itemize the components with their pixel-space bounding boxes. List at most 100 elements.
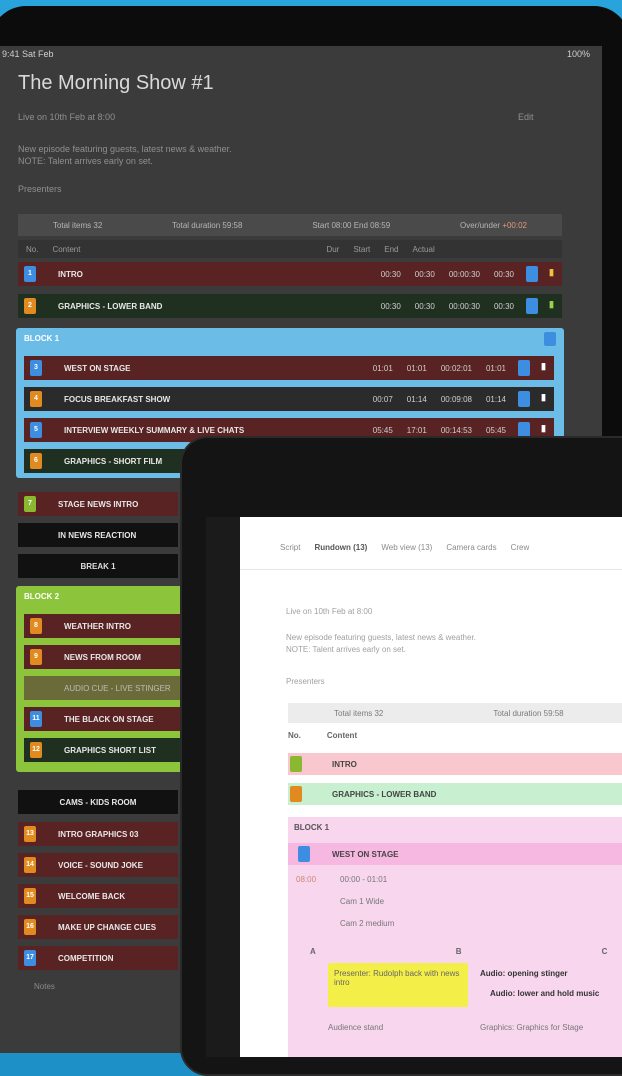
col-content: Content bbox=[326, 731, 358, 740]
table-row[interactable]: 12 GRAPHICS SHORT LIST bbox=[24, 738, 184, 762]
table-row[interactable]: CAMS - KIDS ROOM bbox=[18, 790, 178, 814]
row-label: WEST ON STAGE bbox=[332, 849, 399, 859]
row-label: WEATHER INTRO bbox=[64, 621, 131, 631]
total-items: Total items 32 bbox=[334, 708, 384, 718]
item-number-badge: 7 bbox=[24, 496, 36, 512]
flag-icon[interactable]: ▮ bbox=[541, 423, 546, 434]
presenters-label: Presenters bbox=[286, 677, 325, 686]
tab-bar: Script Rundown (13) Web view (13) Camera… bbox=[280, 543, 529, 552]
flag-icon[interactable]: ▮ bbox=[541, 361, 546, 372]
break-row[interactable]: BREAK 1 bbox=[18, 554, 178, 578]
edit-item-button[interactable] bbox=[518, 391, 530, 407]
group-label: BLOCK 1 bbox=[24, 334, 60, 343]
sub-item: Cam 1 Wide bbox=[340, 897, 385, 906]
status-time: 9:41 Sat Feb bbox=[2, 49, 54, 59]
row-times: 00:30 00:30 00:00:30 00:30 bbox=[380, 301, 514, 311]
divider bbox=[240, 569, 622, 570]
sub-item: 00:00 - 01:01 bbox=[340, 875, 388, 884]
table-row[interactable]: WEST ON STAGE bbox=[288, 843, 622, 865]
row-times: 00:30 00:30 00:00:30 00:30 bbox=[380, 269, 514, 279]
show-description: New episode featuring guests, latest new… bbox=[286, 633, 476, 642]
row-label: GRAPHICS - LOWER BAND bbox=[332, 789, 437, 799]
row-label: WELCOME BACK bbox=[58, 891, 126, 901]
table-row[interactable]: AUDIO CUE - LIVE STINGER bbox=[24, 676, 184, 700]
table-row[interactable]: 16 MAKE UP CHANGE CUES bbox=[18, 915, 178, 939]
table-row[interactable]: 17 COMPETITION bbox=[18, 946, 178, 970]
col-no: No. bbox=[26, 244, 39, 254]
show-description: New episode featuring guests, latest new… bbox=[18, 144, 232, 154]
audience-note: Audience stand bbox=[328, 1023, 384, 1032]
item-number-badge: 6 bbox=[30, 453, 42, 469]
row-label: THE BLACK ON STAGE bbox=[64, 714, 154, 724]
table-row[interactable]: 14 VOICE - SOUND JOKE bbox=[18, 853, 178, 877]
front-tablet-bezel bbox=[206, 517, 240, 1057]
col-content: Content bbox=[52, 244, 81, 254]
row-times: 05:45 17:01 00:14:53 05:45 bbox=[372, 425, 506, 435]
edit-item-button[interactable] bbox=[526, 298, 538, 314]
col-end: End bbox=[384, 244, 399, 254]
row-label: INTERVIEW WEEKLY SUMMARY & LIVE CHATS bbox=[64, 425, 245, 435]
table-row[interactable]: 13 INTRO GRAPHICS 03 bbox=[18, 822, 178, 846]
group-label: BLOCK 1 bbox=[294, 823, 330, 832]
table-row[interactable]: 11 THE BLACK ON STAGE bbox=[24, 707, 184, 731]
table-row[interactable]: 3 WEST ON STAGE 01:01 01:01 00:02:01 01:01 … bbox=[24, 356, 554, 380]
presenters-label: Presenters bbox=[18, 184, 62, 194]
tab-camera-cards[interactable]: Camera cards bbox=[446, 543, 496, 552]
edit-button[interactable]: Edit bbox=[518, 112, 534, 122]
script-col-a: A bbox=[310, 947, 316, 956]
row-label: MAKE UP CHANGE CUES bbox=[58, 922, 157, 932]
table-row[interactable]: 1 INTRO 00:30 00:30 00:00:30 00:30 ▮ bbox=[18, 262, 562, 286]
time-range: Start 08:00 End 08:59 bbox=[312, 220, 391, 230]
table-row[interactable]: 2 GRAPHICS - LOWER BAND 00:30 00:30 00:00:… bbox=[18, 294, 562, 318]
col-start: Start bbox=[353, 244, 371, 254]
stats-bar: Total items 32 Total duration 59:58 bbox=[288, 703, 622, 723]
row-label: NEWS FROM ROOM bbox=[64, 652, 141, 662]
item-number-badge: 12 bbox=[30, 742, 42, 758]
item-number-badge bbox=[298, 846, 310, 862]
total-duration: Total duration 59:58 bbox=[172, 220, 243, 230]
table-row[interactable]: IN NEWS REACTION bbox=[18, 523, 178, 547]
audio-cue: Audio: lower and hold music bbox=[490, 989, 600, 998]
row-label: GRAPHICS SHORT LIST bbox=[64, 745, 157, 755]
tab-crew[interactable]: Crew bbox=[511, 543, 530, 552]
group-collapse-button[interactable] bbox=[544, 332, 556, 346]
presenter-note: Presenter: Rudolph back with news intro bbox=[328, 963, 468, 1007]
table-row[interactable]: 4 FOCUS BREAKFAST SHOW 00:07 01:14 00:09:0… bbox=[24, 387, 554, 411]
audio-cue: Audio: opening stinger bbox=[480, 969, 568, 978]
row-label: IN NEWS REACTION bbox=[58, 530, 137, 540]
table-row[interactable]: INTRO bbox=[288, 753, 622, 775]
status-battery: 100% bbox=[566, 49, 590, 59]
table-row[interactable]: 9 NEWS FROM ROOM bbox=[24, 645, 184, 669]
tab-script[interactable]: Script bbox=[280, 543, 300, 552]
edit-item-button[interactable] bbox=[518, 360, 530, 376]
row-label: COMPETITION bbox=[58, 953, 114, 963]
tab-web-view[interactable]: Web view (13) bbox=[381, 543, 432, 552]
tab-rundown[interactable]: Rundown (13) bbox=[314, 543, 367, 552]
table-row[interactable]: GRAPHICS - LOWER BAND bbox=[288, 783, 622, 805]
row-label: INTRO GRAPHICS 03 bbox=[58, 829, 139, 839]
item-number-badge bbox=[290, 756, 302, 772]
column-header: No. Content bbox=[288, 731, 357, 740]
item-number-badge: 11 bbox=[30, 711, 42, 727]
status-bar: 9:41 Sat Feb 100% bbox=[0, 46, 602, 62]
row-label: FOCUS BREAKFAST SHOW bbox=[64, 394, 171, 404]
table-row[interactable]: 7 STAGE NEWS INTRO bbox=[18, 492, 178, 516]
item-number-badge bbox=[290, 786, 302, 802]
row-label: CAMS - KIDS ROOM bbox=[59, 797, 137, 807]
flag-icon[interactable]: ▮ bbox=[549, 299, 554, 310]
col-no: No. bbox=[288, 731, 301, 740]
flag-icon[interactable]: ▮ bbox=[541, 392, 546, 403]
item-number-badge: 5 bbox=[30, 422, 42, 438]
item-number-badge: 14 bbox=[24, 857, 36, 873]
row-label: WEST ON STAGE bbox=[64, 363, 131, 373]
column-header: No. Content Dur Start End Actual bbox=[18, 240, 562, 258]
flag-icon[interactable]: ▮ bbox=[549, 267, 554, 278]
page-title: The Morning Show #1 bbox=[18, 72, 214, 94]
edit-item-button[interactable] bbox=[526, 266, 538, 282]
item-number-badge: 4 bbox=[30, 391, 42, 407]
row-times: 01:01 01:01 00:02:01 01:01 bbox=[372, 363, 506, 373]
table-row[interactable]: 15 WELCOME BACK bbox=[18, 884, 178, 908]
item-number-badge: 13 bbox=[24, 826, 36, 842]
table-row[interactable]: 8 WEATHER INTRO bbox=[24, 614, 184, 638]
col-dur: Dur bbox=[326, 244, 340, 254]
